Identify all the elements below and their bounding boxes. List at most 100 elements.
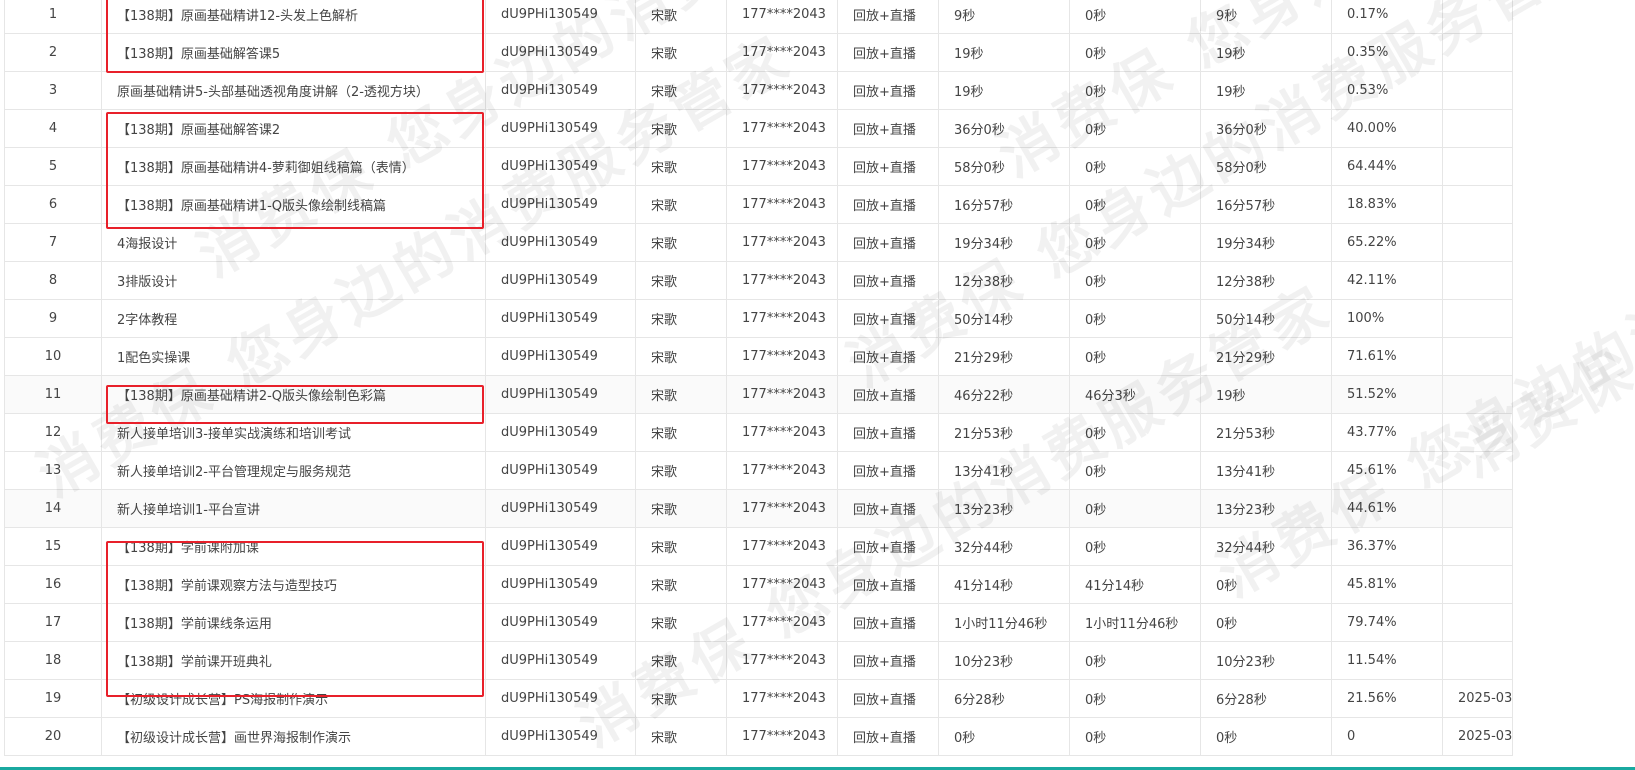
course-title-cell: 【138期】原画基础精讲1-Q版头像绘制线稿篇 — [101, 185, 486, 224]
start-date-cell — [1441, 451, 1514, 490]
phone-number-cell: 177****2043 — [726, 641, 838, 680]
watch-mode-cell: 回放+直播 — [837, 299, 939, 338]
table-row[interactable]: 8 3排版设计 dU9PHi130549 宋歌 177****2043 回放+直播 12分3… — [4, 261, 1514, 300]
live-duration-cell: 0秒 — [1069, 451, 1201, 490]
start-date-cell: 2025-03 — [1441, 679, 1514, 718]
watch-mode-cell: 回放+直播 — [837, 223, 939, 262]
table-row[interactable]: 14 新人接单培训1-平台宣讲 dU9PHi130549 宋歌 177****2043 回… — [4, 489, 1514, 528]
start-date-cell — [1441, 299, 1514, 338]
watch-mode-cell: 回放+直播 — [837, 717, 939, 756]
row-index-cell: 9 — [4, 299, 102, 338]
table-row[interactable]: 10 1配色实操课 dU9PHi130549 宋歌 177****2043 回放+直播 21… — [4, 337, 1514, 376]
course-title-cell: 4海报设计 — [101, 223, 486, 262]
course-title-cell: 【138期】学前课开班典礼 — [101, 641, 486, 680]
phone-number-cell: 177****2043 — [726, 261, 838, 300]
student-name-cell: 宋歌 — [635, 375, 727, 414]
watch-mode-cell: 回放+直播 — [837, 489, 939, 528]
user-id-cell: dU9PHi130549 — [485, 451, 636, 490]
live-duration-cell: 46分3秒 — [1069, 375, 1201, 414]
records-table-viewport[interactable]: 1 【138期】原画基础精讲12-头发上色解析 dU9PHi130549 宋歌 177*… — [0, 0, 1635, 770]
table-row[interactable]: 6 【138期】原画基础精讲1-Q版头像绘制线稿篇 dU9PHi130549 宋歌 17… — [4, 185, 1514, 224]
student-name-cell: 宋歌 — [635, 527, 727, 566]
phone-number-cell: 177****2043 — [726, 33, 838, 72]
user-id-cell: dU9PHi130549 — [485, 489, 636, 528]
live-duration-cell: 0秒 — [1069, 185, 1201, 224]
phone-number-cell: 177****2043 — [726, 679, 838, 718]
total-duration-cell: 13分41秒 — [938, 451, 1070, 490]
phone-number-cell: 177****2043 — [726, 451, 838, 490]
replay-duration-cell: 19秒 — [1200, 33, 1332, 72]
live-duration-cell: 0秒 — [1069, 109, 1201, 148]
user-id-cell: dU9PHi130549 — [485, 413, 636, 452]
student-name-cell: 宋歌 — [635, 413, 727, 452]
replay-duration-cell: 19秒 — [1200, 71, 1332, 110]
completion-rate-cell: 43.77% — [1331, 413, 1443, 452]
completion-rate-cell: 65.22% — [1331, 223, 1443, 262]
table-row[interactable]: 2 【138期】原画基础解答课5 dU9PHi130549 宋歌 177****2043… — [4, 33, 1514, 72]
course-title-cell: 【初级设计成长营】PS海报制作演示 — [101, 679, 486, 718]
completion-rate-cell: 100% — [1331, 299, 1443, 338]
completion-rate-cell: 21.56% — [1331, 679, 1443, 718]
row-index-cell: 7 — [4, 223, 102, 262]
table-row[interactable]: 19 【初级设计成长营】PS海报制作演示 dU9PHi130549 宋歌 177****… — [4, 679, 1514, 718]
replay-duration-cell: 0秒 — [1200, 717, 1332, 756]
table-row[interactable]: 16 【138期】学前课观察方法与造型技巧 dU9PHi130549 宋歌 177***… — [4, 565, 1514, 604]
total-duration-cell: 19秒 — [938, 33, 1070, 72]
row-index-cell: 20 — [4, 717, 102, 756]
phone-number-cell: 177****2043 — [726, 375, 838, 414]
student-name-cell: 宋歌 — [635, 71, 727, 110]
course-title-cell: 【138期】原画基础解答课5 — [101, 33, 486, 72]
table-row[interactable]: 4 【138期】原画基础解答课2 dU9PHi130549 宋歌 177****2043… — [4, 109, 1514, 148]
phone-number-cell: 177****2043 — [726, 71, 838, 110]
total-duration-cell: 21分29秒 — [938, 337, 1070, 376]
table-row[interactable]: 12 新人接单培训3-接单实战演练和培训考试 dU9PHi130549 宋歌 177**… — [4, 413, 1514, 452]
course-title-cell: 新人接单培训1-平台宣讲 — [101, 489, 486, 528]
table-row[interactable]: 1 【138期】原画基础精讲12-头发上色解析 dU9PHi130549 宋歌 177*… — [4, 0, 1514, 34]
student-name-cell: 宋歌 — [635, 109, 727, 148]
live-duration-cell: 0秒 — [1069, 71, 1201, 110]
table-row[interactable]: 9 2字体教程 dU9PHi130549 宋歌 177****2043 回放+直播 50分1… — [4, 299, 1514, 338]
watch-mode-cell: 回放+直播 — [837, 337, 939, 376]
course-title-cell: 【138期】原画基础精讲2-Q版头像绘制色彩篇 — [101, 375, 486, 414]
start-date-cell — [1441, 641, 1514, 680]
start-date-cell — [1441, 603, 1514, 642]
course-title-cell: 2字体教程 — [101, 299, 486, 338]
table-row[interactable]: 5 【138期】原画基础精讲4-萝莉御姐线稿篇（表情） dU9PHi130549 宋歌… — [4, 147, 1514, 186]
student-name-cell: 宋歌 — [635, 185, 727, 224]
watch-mode-cell: 回放+直播 — [837, 147, 939, 186]
table-row[interactable]: 15 【138期】学前课附加课 dU9PHi130549 宋歌 177****2043 回… — [4, 527, 1514, 566]
table-row[interactable]: 18 【138期】学前课开班典礼 dU9PHi130549 宋歌 177****2043… — [4, 641, 1514, 680]
watch-mode-cell: 回放+直播 — [837, 261, 939, 300]
start-date-cell — [1441, 261, 1514, 300]
table-row[interactable]: 17 【138期】学前课线条运用 dU9PHi130549 宋歌 177****2043… — [4, 603, 1514, 642]
live-duration-cell: 0秒 — [1069, 641, 1201, 680]
replay-duration-cell: 9秒 — [1200, 0, 1332, 34]
row-index-cell: 12 — [4, 413, 102, 452]
phone-number-cell: 177****2043 — [726, 299, 838, 338]
replay-duration-cell: 19分34秒 — [1200, 223, 1332, 262]
live-duration-cell: 0秒 — [1069, 717, 1201, 756]
phone-number-cell: 177****2043 — [726, 489, 838, 528]
user-id-cell: dU9PHi130549 — [485, 223, 636, 262]
table-row[interactable]: 7 4海报设计 dU9PHi130549 宋歌 177****2043 回放+直播 19分3… — [4, 223, 1514, 262]
user-id-cell: dU9PHi130549 — [485, 33, 636, 72]
replay-duration-cell: 36分0秒 — [1200, 109, 1332, 148]
user-id-cell: dU9PHi130549 — [485, 565, 636, 604]
table-row[interactable]: 3 原画基础精讲5-头部基础透视角度讲解（2-透视方块） dU9PHi130549 宋… — [4, 71, 1514, 110]
user-id-cell: dU9PHi130549 — [485, 71, 636, 110]
course-title-cell: 【初级设计成长营】画世界海报制作演示 — [101, 717, 486, 756]
user-id-cell: dU9PHi130549 — [485, 527, 636, 566]
total-duration-cell: 0秒 — [938, 717, 1070, 756]
table-row[interactable]: 13 新人接单培训2-平台管理规定与服务规范 dU9PHi130549 宋歌 177**… — [4, 451, 1514, 490]
replay-duration-cell: 32分44秒 — [1200, 527, 1332, 566]
replay-duration-cell: 19秒 — [1200, 375, 1332, 414]
start-date-cell — [1441, 565, 1514, 604]
replay-duration-cell: 10分23秒 — [1200, 641, 1332, 680]
total-duration-cell: 21分53秒 — [938, 413, 1070, 452]
start-date-cell — [1441, 375, 1514, 414]
table-row[interactable]: 11 【138期】原画基础精讲2-Q版头像绘制色彩篇 dU9PHi130549 宋歌 1… — [4, 375, 1514, 414]
student-name-cell: 宋歌 — [635, 223, 727, 262]
total-duration-cell: 41分14秒 — [938, 565, 1070, 604]
table-row[interactable]: 20 【初级设计成长营】画世界海报制作演示 dU9PHi130549 宋歌 177***… — [4, 717, 1514, 756]
phone-number-cell: 177****2043 — [726, 603, 838, 642]
